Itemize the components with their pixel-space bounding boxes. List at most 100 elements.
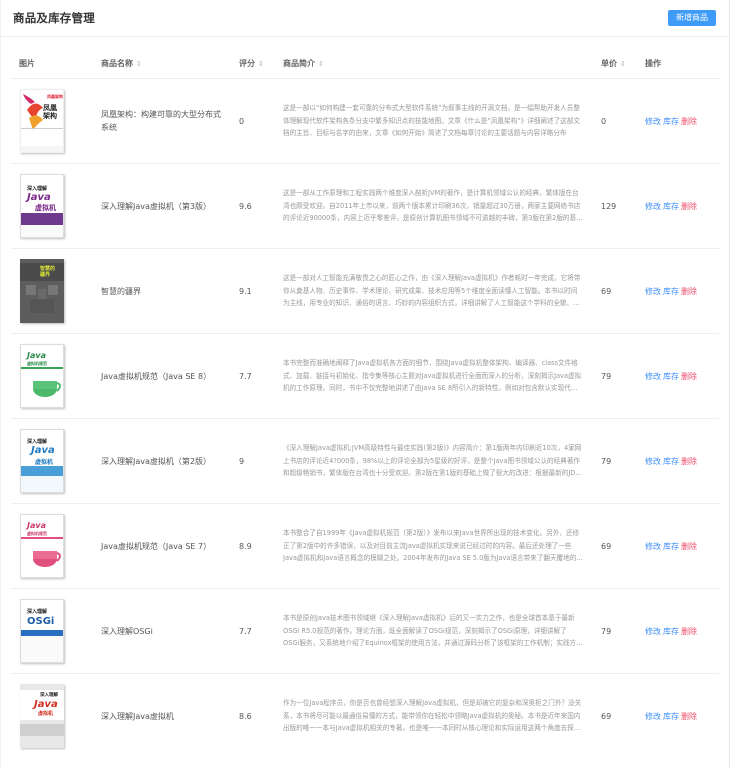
stock-link[interactable]: 库存 bbox=[663, 287, 679, 296]
jvm-book-cover: 深入理解 Java 虚拟机 bbox=[20, 684, 64, 748]
table-row: Java 虚拟机规范 Java虚拟机规范（Java SE 7） 8.9 本书整合… bbox=[11, 503, 719, 589]
ai-pattern-icon bbox=[26, 285, 58, 313]
stock-link[interactable]: 库存 bbox=[663, 542, 679, 551]
product-name: 深入理解Java虚拟机（第3版） bbox=[93, 163, 231, 249]
product-name: Java虚拟机规范（Java SE 7） bbox=[93, 503, 231, 589]
cup-icon bbox=[33, 551, 61, 567]
stock-link[interactable]: 库存 bbox=[663, 202, 679, 211]
table-row: 深入理解 Java 虚拟机 深入理解Java虚拟机 8.6 作为一位Java程序… bbox=[11, 674, 719, 759]
col-header-price[interactable]: 单价 ⇕ bbox=[593, 49, 637, 79]
edit-link[interactable]: 修改 bbox=[645, 712, 661, 721]
cover-cell: 智慧的 疆界 bbox=[11, 248, 93, 334]
cover-cell: Java 虚拟机规范 bbox=[11, 503, 93, 589]
product-rating: 9.6 bbox=[231, 163, 275, 249]
row-actions: 修改 库存 删除 bbox=[637, 503, 719, 589]
cover-cell: 凤凰架构 凤凰 架构 bbox=[11, 78, 93, 164]
stock-link[interactable]: 库存 bbox=[663, 457, 679, 466]
col-header-desc[interactable]: 商品简介 ⇕ bbox=[275, 49, 593, 79]
product-price: 79 bbox=[593, 588, 637, 674]
table-row: Java 虚拟机规范 Java虚拟机规范（Java SE 8） 7.7 本书完整… bbox=[11, 333, 719, 419]
col-header-name[interactable]: 商品名称 ⇕ bbox=[93, 49, 231, 79]
inventory-panel: 商品及库存管理 新增商品 图片 商品名称 ⇕ 评分 ⇕ 商品简介 ⇕ 单价 ⇕ 操作 bbox=[0, 0, 730, 769]
edit-link[interactable]: 修改 bbox=[645, 627, 661, 636]
jvm2-book-cover: 深入理解 Java 虚拟机 bbox=[20, 429, 64, 493]
edit-link[interactable]: 修改 bbox=[645, 287, 661, 296]
product-table: 图片 商品名称 ⇕ 评分 ⇕ 商品简介 ⇕ 单价 ⇕ 操作 凤凰架构 凤凰 架构… bbox=[11, 49, 719, 758]
delete-link[interactable]: 删除 bbox=[681, 202, 697, 211]
product-price: 69 bbox=[593, 503, 637, 589]
product-description: 《深入理解Java虚拟机:JVM高级特性与最佳实践(第2版)》内容简介：第1版两… bbox=[275, 418, 593, 504]
table-row: 深入理解 Java 虚拟机 深入理解Java虚拟机（第2版） 9 《深入理解Ja… bbox=[11, 418, 719, 504]
product-rating: 9.1 bbox=[231, 248, 275, 334]
product-rating: 7.7 bbox=[231, 588, 275, 674]
stock-link[interactable]: 库存 bbox=[663, 372, 679, 381]
delete-link[interactable]: 删除 bbox=[681, 457, 697, 466]
se8-book-cover: Java 虚拟机规范 bbox=[20, 344, 64, 408]
page-title: 商品及库存管理 bbox=[13, 11, 95, 25]
phoenix-book-cover: 凤凰架构 凤凰 架构 bbox=[20, 89, 64, 153]
product-name: 深入理解Java虚拟机 bbox=[101, 711, 174, 721]
product-description: 这是一部从工作原理和工程实践两个维度深入剖析JVM的著作，是计算机领域公认的经典… bbox=[275, 163, 593, 249]
panel-header: 商品及库存管理 新增商品 bbox=[1, 0, 729, 37]
edit-link[interactable]: 修改 bbox=[645, 457, 661, 466]
product-name: Java虚拟机规范（Java SE 8） bbox=[93, 333, 231, 419]
ai-book-cover: 智慧的 疆界 bbox=[20, 259, 64, 323]
table-row: 凤凰架构 凤凰 架构 凤凰架构：构建可靠的大型分布式系统 0 这是一部以“如何构建… bbox=[11, 78, 719, 164]
edit-link[interactable]: 修改 bbox=[645, 202, 661, 211]
osgi-book-cover: 深入理解 OSGi bbox=[20, 599, 64, 663]
product-price: 79 bbox=[593, 418, 637, 504]
delete-link[interactable]: 删除 bbox=[681, 627, 697, 636]
delete-link[interactable]: 删除 bbox=[681, 287, 697, 296]
product-name: 深入理解Java虚拟机（第2版） bbox=[93, 418, 231, 504]
jvm3-book-cover: 深入理解 Java 虚拟机 bbox=[20, 174, 64, 238]
edit-link[interactable]: 修改 bbox=[645, 117, 661, 126]
product-rating: 0 bbox=[231, 78, 275, 164]
sort-icon[interactable]: ⇕ bbox=[136, 60, 142, 68]
edit-link[interactable]: 修改 bbox=[645, 372, 661, 381]
phoenix-icon bbox=[23, 94, 43, 130]
table-row: 深入理解 Java 虚拟机 深入理解Java虚拟机（第3版） 9.6 这是一部从… bbox=[11, 163, 719, 249]
sort-icon[interactable]: ⇕ bbox=[620, 60, 626, 68]
product-description: 这是一部以“如何构建一套可靠的分布式大型软件系统”为叙事主线的开源文档，是一幅帮… bbox=[275, 78, 593, 164]
product-rating: 7.7 bbox=[231, 333, 275, 419]
table-header-row: 图片 商品名称 ⇕ 评分 ⇕ 商品简介 ⇕ 单价 ⇕ 操作 bbox=[11, 49, 719, 79]
row-actions: 修改 库存 删除 bbox=[637, 78, 719, 164]
product-price: 0 bbox=[593, 78, 637, 164]
cover-cell: 深入理解 Java 虚拟机 bbox=[11, 163, 93, 249]
row-actions: 修改 库存 删除 bbox=[637, 674, 719, 759]
product-rating: 9 bbox=[231, 418, 275, 504]
product-price: 69 bbox=[601, 711, 612, 721]
cup-icon bbox=[33, 381, 61, 397]
product-rating: 8.9 bbox=[231, 503, 275, 589]
edit-link[interactable]: 修改 bbox=[645, 542, 661, 551]
col-header-actions: 操作 bbox=[637, 49, 719, 79]
delete-link[interactable]: 删除 bbox=[681, 712, 697, 721]
cover-cell: Java 虚拟机规范 bbox=[11, 333, 93, 419]
delete-link[interactable]: 删除 bbox=[681, 372, 697, 381]
add-product-button[interactable]: 新增商品 bbox=[668, 10, 716, 26]
product-description: 作为一位Java程序员，你是否也曾经想深入理解Java虚拟机，但是却被它的复杂和… bbox=[283, 699, 582, 733]
cover-cell: 深入理解 Java 虚拟机 bbox=[11, 418, 93, 504]
product-description: 本书整合了自1999年《Java虚拟机规范（第2版）》发布以来Java世界所出现… bbox=[275, 503, 593, 589]
sort-icon[interactable]: ⇕ bbox=[318, 60, 324, 68]
cover-cell: 深入理解 Java 虚拟机 bbox=[11, 674, 93, 759]
delete-link[interactable]: 删除 bbox=[681, 542, 697, 551]
col-header-rating[interactable]: 评分 ⇕ bbox=[231, 49, 275, 79]
row-actions: 修改 库存 删除 bbox=[637, 588, 719, 674]
row-actions: 修改 库存 删除 bbox=[637, 418, 719, 504]
se7-book-cover: Java 虚拟机规范 bbox=[20, 514, 64, 578]
product-price: 79 bbox=[593, 333, 637, 419]
stock-link[interactable]: 库存 bbox=[663, 712, 679, 721]
sort-icon[interactable]: ⇕ bbox=[258, 60, 264, 68]
product-price: 129 bbox=[593, 163, 637, 249]
stock-link[interactable]: 库存 bbox=[663, 117, 679, 126]
delete-link[interactable]: 删除 bbox=[681, 117, 697, 126]
product-description: 本书是原创Java技术图书领域继《深入理解Java虚拟机》后的又一实力之作，也是… bbox=[275, 588, 593, 674]
product-name: 智慧的疆界 bbox=[93, 248, 231, 334]
product-rating: 8.6 bbox=[239, 711, 252, 721]
product-price: 69 bbox=[593, 248, 637, 334]
row-actions: 修改 库存 删除 bbox=[637, 163, 719, 249]
stock-link[interactable]: 库存 bbox=[663, 627, 679, 636]
product-name: 凤凰架构：构建可靠的大型分布式系统 bbox=[93, 78, 231, 164]
product-name: 深入理解OSGi bbox=[93, 588, 231, 674]
